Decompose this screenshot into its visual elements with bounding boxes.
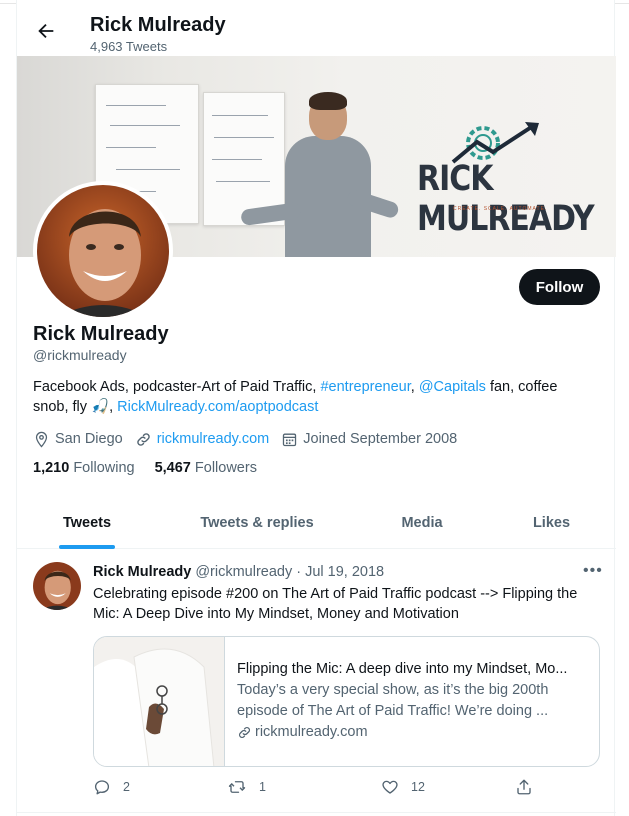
reply-icon [94, 780, 110, 795]
active-tab-indicator [59, 545, 115, 549]
card-domain-text: rickmulready.com [255, 724, 368, 740]
followers-count: 5,467 [154, 460, 191, 476]
followers-label: Followers [194, 460, 257, 476]
tab-likes[interactable]: Likes [487, 497, 616, 549]
share-icon [517, 779, 531, 795]
retweet-button[interactable]: 1 [227, 778, 266, 796]
heart-icon [382, 780, 398, 794]
header-name: Rick Mulready [90, 14, 226, 36]
joined-text: Joined September 2008 [303, 431, 458, 447]
tab-label: Media [401, 515, 443, 531]
profile-handle: @rickmulready [33, 347, 127, 363]
following-label: Following [73, 460, 135, 476]
card-image [94, 637, 225, 766]
website-link[interactable]: rickmulready.com [157, 431, 270, 447]
tweet-header: Rick Mulready @rickmulready · Jul 19, 20… [93, 564, 384, 580]
bio-hashtag-link[interactable]: #entrepreneur [320, 379, 410, 395]
calendar-icon [283, 433, 297, 446]
joined-item: Joined September 2008 [281, 431, 457, 448]
reply-button[interactable]: 2 [93, 778, 130, 796]
bio-text: Facebook Ads, podcaster-Art of Paid Traf… [33, 379, 321, 395]
more-options-icon[interactable]: ••• [583, 562, 603, 580]
profile-bio: Facebook Ads, podcaster-Art of Paid Traf… [33, 377, 593, 417]
follow-button[interactable]: Follow [519, 269, 600, 305]
like-count: 12 [411, 780, 425, 794]
profile-meta: San Diego rickmulready.com Joined Septem… [33, 429, 469, 449]
tab-label: Likes [532, 515, 571, 531]
bio-mention-link[interactable]: @Capitals [419, 379, 486, 395]
retweet-count: 1 [259, 780, 266, 794]
banner-logo-text: RICK MULREADY [417, 158, 595, 240]
follow-counts: 1,210 Following 5,467 Followers [33, 460, 277, 476]
bio-text: , [410, 379, 419, 395]
profile-avatar[interactable] [33, 181, 173, 321]
like-button[interactable]: 12 [381, 778, 425, 796]
profile-tabs: Tweets Tweets & replies Media Likes [17, 497, 616, 549]
tweet-text: Celebrating episode #200 on The Art of P… [93, 586, 578, 622]
tweet-handle[interactable]: @rickmulready [195, 564, 292, 580]
bio-podcast-link[interactable]: RickMulready.com/aoptpodcast [117, 399, 318, 415]
bio-text: , [109, 399, 118, 415]
tweet-author[interactable]: Rick Mulready [93, 564, 191, 580]
profile-column: Rick Mulready 4,963 Tweets RICK MULREADY… [16, 0, 616, 816]
tweet-divider [17, 812, 616, 813]
location-item: San Diego [33, 431, 123, 448]
card-description: Today’s a very special show, as it’s the… [237, 682, 549, 719]
retweet-icon [228, 781, 246, 793]
tweet-date[interactable]: Jul 19, 2018 [305, 564, 384, 580]
link-icon [136, 432, 150, 446]
share-button[interactable] [515, 778, 545, 796]
tweet-separator: · [296, 564, 302, 580]
following-count: 1,210 [33, 460, 70, 476]
location-text: San Diego [55, 431, 123, 447]
link-preview-card[interactable]: Flipping the Mic: A deep dive into my Mi… [93, 636, 600, 767]
tweet-actions: 2 1 12 [93, 778, 531, 800]
tab-tweets[interactable]: Tweets [17, 497, 157, 549]
profile-header: Rick Mulready 4,963 Tweets [17, 4, 616, 56]
card-title: Flipping the Mic: A deep dive into my Mi… [237, 661, 568, 677]
card-text: Flipping the Mic: A deep dive into my Mi… [237, 659, 587, 743]
location-pin-icon [35, 431, 48, 448]
fishing-emoji-icon: 🎣 [91, 399, 110, 415]
tweet-avatar[interactable] [33, 562, 81, 610]
link-icon [239, 727, 250, 738]
website-item: rickmulready.com [135, 431, 270, 448]
tab-tweets-replies[interactable]: Tweets & replies [157, 497, 357, 549]
tab-media[interactable]: Media [357, 497, 487, 549]
following-count-link[interactable]: 1,210 Following [33, 460, 135, 476]
header-tweet-count: 4,963 Tweets [90, 39, 168, 54]
reply-count: 2 [123, 780, 130, 794]
profile-name: Rick Mulready [33, 323, 169, 345]
tab-label: Tweets & replies [200, 515, 314, 531]
followers-count-link[interactable]: 5,467 Followers [155, 460, 257, 476]
card-domain: rickmulready.com [237, 722, 587, 743]
tab-label: Tweets [62, 515, 112, 531]
banner-logo-tagline: CREATE. SCALE. AUTOMATE. [453, 206, 548, 212]
back-arrow-icon[interactable] [35, 20, 57, 42]
